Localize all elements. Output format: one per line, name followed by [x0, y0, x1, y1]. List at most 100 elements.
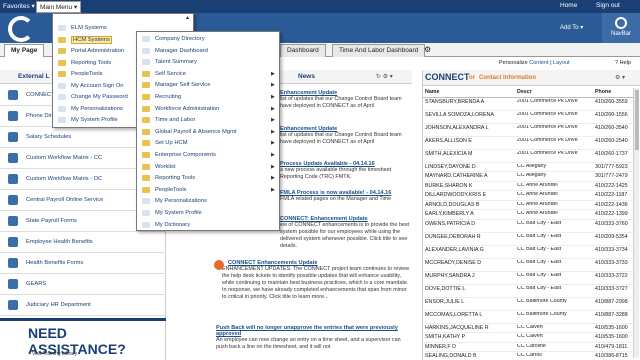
hcm-menu-item-manager-self-service[interactable]: Manager Self Service ▶ — [137, 80, 279, 91]
contact-location: CC Calvert — [517, 334, 543, 339]
link-judiciary-hr[interactable]: Judiciary HR Department — [0, 296, 166, 316]
hcm-menu-item-reporting-tools[interactable]: Reporting Tools ▶ — [137, 173, 279, 184]
contact-location: CC Baltimore County — [517, 298, 567, 304]
column-header-phone[interactable]: Phone — [595, 89, 633, 95]
main-menu[interactable]: Main Menu ▾ — [36, 1, 82, 13]
contact-location: CC Calvert — [517, 324, 543, 330]
personalize-layout-link[interactable]: Layout — [553, 60, 570, 66]
news-title[interactable]: Push Back will no longer unapprove the e… — [216, 325, 412, 337]
tab-time-and-labor-dashboard[interactable]: Time And Labor Dashboard — [332, 44, 426, 57]
news-item[interactable]: Push Back will no longer unapprove the e… — [216, 325, 412, 351]
hcm-menu-item-my-dictionary[interactable]: My Dictionary — [137, 220, 279, 231]
favorites-menu[interactable]: Favorites ▾ — [3, 2, 35, 10]
news-body: a new process available through the time… — [280, 167, 392, 180]
contact-name: HARKINS,JACQUELINE R — [425, 324, 489, 331]
contact-name: MINNER,F D — [425, 343, 456, 350]
news-item[interactable]: Process Update Available - 04.14.16 a ne… — [280, 161, 412, 181]
menu-item-label: My Personalizations — [71, 105, 123, 112]
tab-my-page[interactable]: My Page — [4, 44, 45, 57]
table-row[interactable]: EARLY,KIMBERLY A CC Anne Arundel 410/222-1… — [423, 210, 633, 220]
hcm-menu-item-company-directory[interactable]: Company Directory — [137, 34, 279, 45]
news-item[interactable]: CONNECT: Enhancement Update ew of CONNEC… — [280, 216, 412, 250]
contact-phone: 301/777-2479 — [595, 173, 628, 179]
contact-name: STANSBURY,BRENDA A — [425, 98, 485, 105]
column-header-name[interactable]: Name — [425, 89, 515, 95]
folder-icon — [142, 117, 150, 124]
table-row[interactable]: MINNER,F D CC Caroline 410/479-1811 — [423, 343, 633, 352]
table-row[interactable]: AKERS,ALLISON E 2001 Commerce Pk Drive 410… — [423, 137, 633, 150]
tab-dashboard[interactable]: Dashboard — [280, 44, 326, 57]
scroll-up-icon[interactable]: ▲ — [185, 15, 190, 21]
navbar-button[interactable]: NavBar — [602, 13, 640, 43]
table-row[interactable]: JOHNSON,ALEXANDRA L 2001 Commerce Pk Driv… — [423, 124, 633, 137]
table-row[interactable]: SMITH,ALEXICIA M 2001 Commerce Pk Drive 41… — [423, 150, 633, 163]
table-row[interactable]: STANSBURY,BRENDA A 2001 Commerce Pk Drive… — [423, 98, 633, 111]
table-row[interactable]: ARNOLD,DOUGLAS B CC Anne Arundel 410/222-1… — [423, 201, 633, 210]
table-row[interactable]: SEALING,DONALD B CC Carroll 410/386-8715 — [423, 352, 633, 360]
column-header-descr[interactable]: Descr — [517, 89, 593, 95]
table-row[interactable]: MAYNARD,CATHERINE A CC Allegany 301/777-24… — [423, 172, 633, 182]
hcm-menu-item-global-payroll-absence-mgmt[interactable]: Global Payroll & Absence Mgmt ▶ — [137, 127, 279, 138]
need-assistance-banner[interactable]: NEED ASSISTANCE? Visit Training Library — [0, 318, 166, 360]
contact-location: CC Balt City - East — [517, 220, 562, 226]
table-row[interactable]: HARKINS,JACQUELINE R CC Calvert 410/535-16… — [423, 324, 633, 333]
table-row[interactable]: SMITH,KATHY P CC Calvert 410/535-1600 — [423, 333, 633, 343]
news-item[interactable]: Enhancement Update list of updates that … — [280, 126, 412, 146]
table-row[interactable]: DILLARDWOODY,KRIS E CC Anne Arundel 410/22… — [423, 191, 633, 201]
menu-item-label: PeopleTools — [155, 186, 187, 193]
hcm-menu-item-my-system-profile[interactable]: My System Profile — [137, 208, 279, 219]
personalize-content-link[interactable]: Content — [529, 60, 548, 66]
hcm-menu-item-self-service[interactable]: Self Service ▶ — [137, 69, 279, 80]
contact-location: 2001 Commerce Pk Drive — [517, 98, 578, 104]
hcm-menu-item-set-up-hcm[interactable]: Set Up HCM ▶ — [137, 138, 279, 149]
link-health-benefits-forms[interactable]: Health Benefits Forms — [0, 254, 166, 274]
contact-location: CC Balt City - East — [517, 272, 562, 278]
hcm-menu-item-recruiting[interactable]: Recruiting ▶ — [137, 92, 279, 103]
matrix-icon — [8, 153, 18, 163]
folder-icon — [58, 36, 66, 43]
contact-phone: 410/333-3722 — [595, 272, 628, 279]
table-row[interactable]: MCCOMAS,LORETTA L CC Baltimore County 410/… — [423, 311, 633, 324]
link-gears[interactable]: GEARS — [0, 275, 166, 295]
hcm-menu-item-talent-summary[interactable]: Talent Summary — [137, 57, 279, 68]
hcm-menu-item-my-personalizations[interactable]: My Personalizations — [137, 196, 279, 207]
hcm-menu-item-worklist[interactable]: Worklist ▶ — [137, 162, 279, 173]
table-row[interactable]: ENSOR,JULIE L CC Baltimore County 410/887-… — [423, 298, 633, 311]
table-row[interactable]: DOVE,DOTTIE L CC Balt City - East 410/333-… — [423, 285, 633, 298]
scrollbar-thumb[interactable] — [635, 90, 639, 150]
home-link[interactable]: Home — [560, 2, 577, 9]
pagelet-controls[interactable]: ↻ ⚙ ▾ — [376, 73, 393, 80]
contact-name: DUNGEE,DEBORAH R — [425, 233, 481, 240]
news-item[interactable]: CONNECT Enhancements Update ENHANCEMENT … — [212, 260, 412, 301]
page-icon — [142, 36, 150, 42]
gear-icon[interactable]: ⚙ — [424, 45, 431, 54]
sign-out-link[interactable]: Sign out — [596, 2, 620, 9]
table-row[interactable]: MCCREADY,DENISE D CC Balt City - East 410/… — [423, 259, 633, 272]
hcm-menu-item-enterprise-components[interactable]: Enterprise Components ▶ — [137, 150, 279, 161]
hcm-menu-item-peopletools[interactable]: PeopleTools ▶ — [137, 185, 279, 196]
hcm-menu-item-workforce-administration[interactable]: Workforce Administration ▶ — [137, 104, 279, 115]
pagelet-controls[interactable]: ⚙ ▾ — [615, 74, 625, 81]
contact-location: CC Baltimore County — [517, 311, 567, 317]
link-label: Custom Workflow Matrix - DC — [26, 176, 103, 182]
menu-item-label: Manager Dashboard — [155, 47, 208, 54]
hcm-menu-item-manager-dashboard[interactable]: Manager Dashboard — [137, 46, 279, 57]
table-row[interactable]: ALEXANDER,LAVINIA G CC Balt City - East 41… — [423, 246, 633, 259]
add-to-menu[interactable]: Add To ▾ — [560, 24, 583, 31]
contact-information-pagelet: CONNECT or Contact Information ⚙ ▾ Name … — [422, 70, 640, 360]
menu-item-label: Reporting Tools — [155, 175, 196, 182]
table-row[interactable]: OWENS,PATRICIA D CC Balt City - East 410/3… — [423, 220, 633, 233]
link-employee-health-benefits[interactable]: Employee Health Benefits — [0, 233, 166, 253]
help-link[interactable]: ? Help — [615, 60, 631, 66]
table-row[interactable]: LINDSEY,DAYONE D CC Allegany 301/777-5923 — [423, 163, 633, 172]
news-item[interactable]: FMLA Process is now available! - 04.14.1… — [280, 190, 412, 203]
news-item[interactable]: Enhancement Update list of updates that … — [280, 90, 412, 110]
table-row[interactable]: BURKE,SHARON K CC Anne Arundel 410/222-142… — [423, 182, 633, 191]
menu-item-label: My System Profile — [71, 117, 118, 123]
table-row[interactable]: DUNGEE,DEBORAH R CC Balt City - East 410/2… — [423, 233, 633, 246]
table-row[interactable]: MURPHY,SANDRA J CC Balt City - East 410/33… — [423, 272, 633, 285]
vertical-scrollbar[interactable] — [633, 88, 639, 358]
hcm-menu-item-time-and-labor[interactable]: Time and Labor ▶ — [137, 115, 279, 126]
contact-phone: 410/222-1399 — [595, 211, 628, 217]
table-row[interactable]: SEVILLA SOMOZA,LORENA 2001 Commerce Pk Dr… — [423, 111, 633, 124]
